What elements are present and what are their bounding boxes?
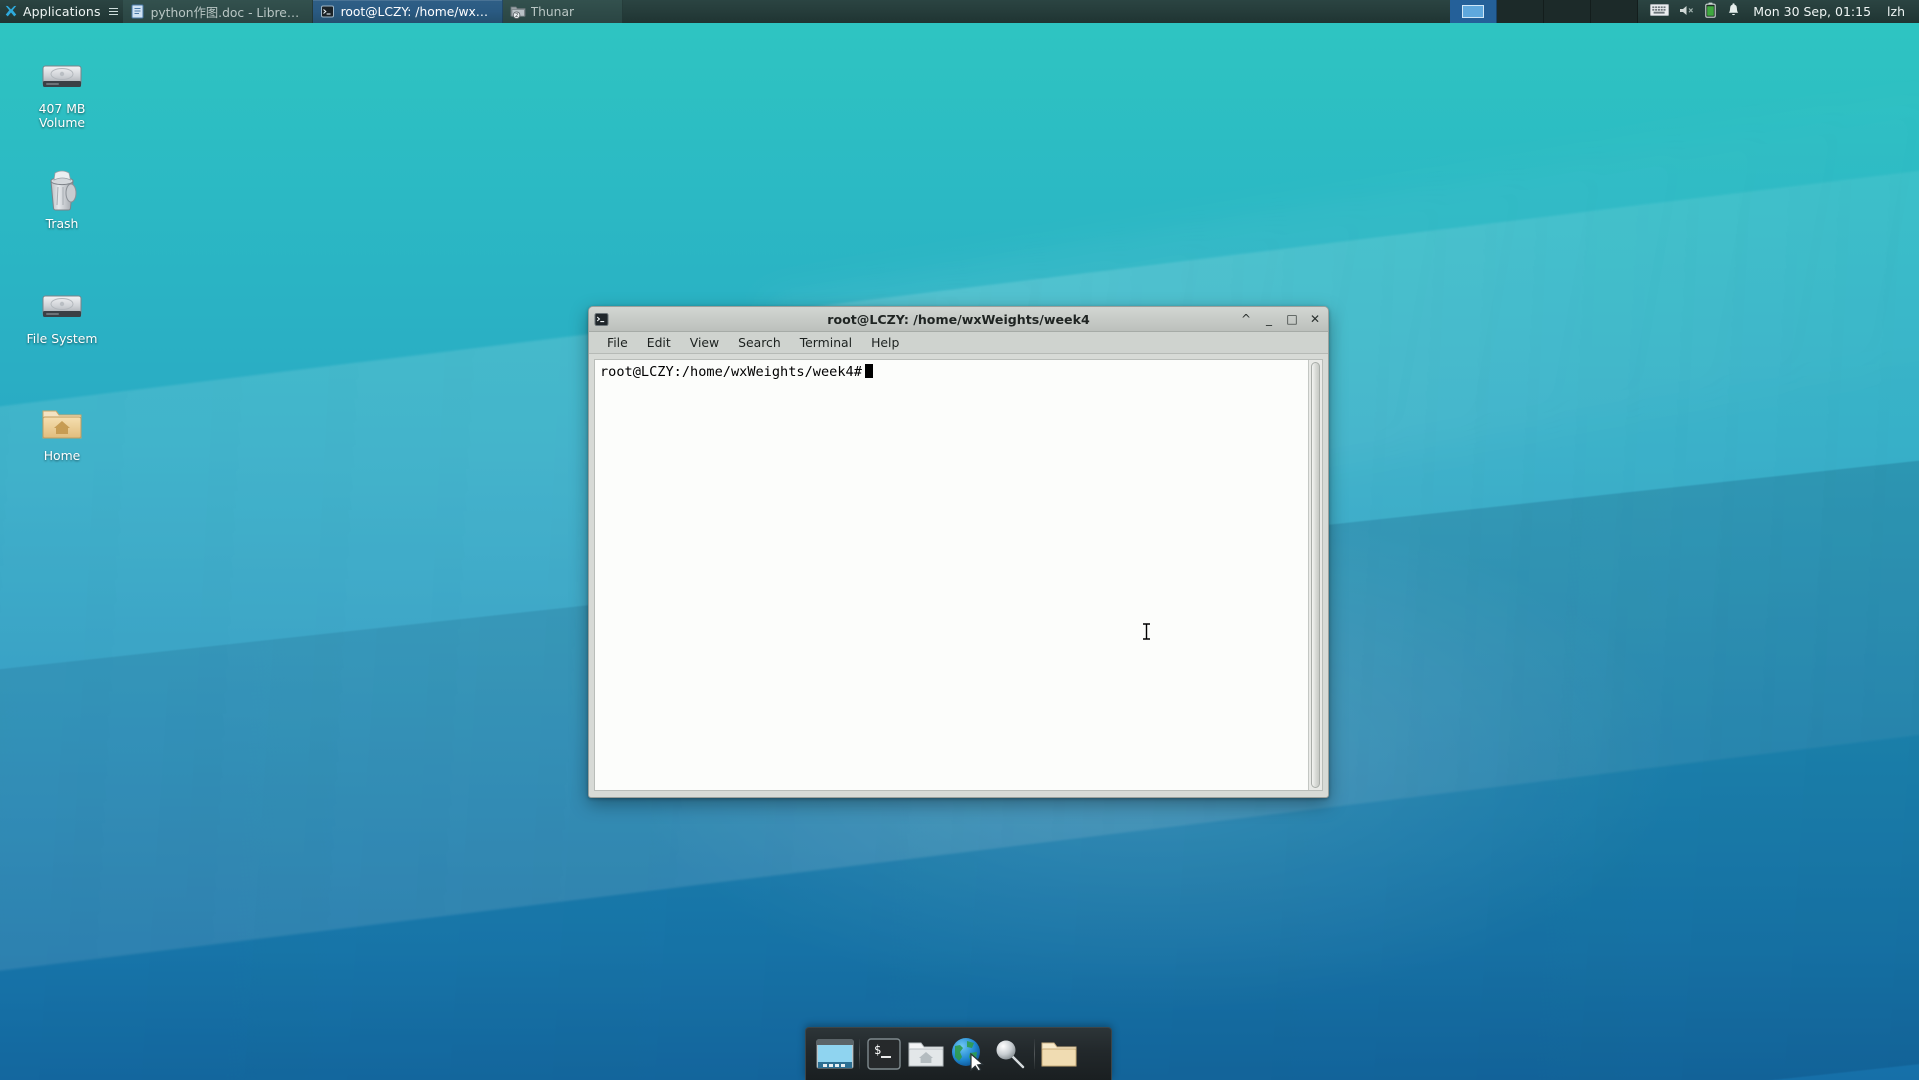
hamburger-icon[interactable]	[108, 6, 118, 18]
harddisk-icon	[14, 278, 110, 328]
applications-menu-button[interactable]: Applications	[0, 0, 123, 23]
window-task-list: python作图.doc - LibreO... root@LCZY: /hom…	[122, 0, 623, 23]
minimize-button[interactable]: _	[1263, 313, 1275, 325]
show-desktop-icon	[816, 1039, 854, 1069]
language-indicator[interactable]: lzh	[1887, 4, 1909, 19]
system-tray: Mon 30 Sep, 01:15 lzh	[1638, 0, 1919, 23]
menu-terminal[interactable]: Terminal	[792, 333, 860, 352]
svg-text:$: $	[874, 1043, 881, 1057]
desktop-icon-trash[interactable]: Trash	[14, 163, 110, 231]
menu-help[interactable]: Help	[863, 333, 907, 352]
workspace-1[interactable]	[1450, 0, 1498, 23]
scrollbar-thumb[interactable]	[1311, 362, 1320, 788]
task-button-label: root@LCZY: /home/wxW...	[340, 4, 493, 19]
terminal-icon	[594, 312, 609, 327]
workspace-preview-icon	[1462, 5, 1485, 18]
dock-terminal[interactable]: $	[863, 1033, 905, 1075]
terminal-titlebar[interactable]: root@LCZY: /home/wxWeights/week4 ^ _ □ ✕	[589, 307, 1328, 332]
task-button-label: python作图.doc - LibreO...	[150, 5, 303, 20]
terminal-menubar: File Edit View Search Terminal Help	[589, 332, 1328, 354]
document-icon	[130, 4, 145, 19]
top-panel: Applications python作图.doc - LibreO... ro…	[0, 0, 1919, 23]
terminal-scrollbar[interactable]	[1308, 360, 1322, 790]
keyboard-layout-icon[interactable]	[1650, 3, 1670, 20]
menu-search[interactable]: Search	[730, 333, 789, 352]
terminal-body[interactable]: root@LCZY:/home/wxWeights/week4#	[594, 359, 1323, 791]
svg-text:2: 2	[515, 13, 518, 19]
dock-show-desktop[interactable]	[814, 1033, 856, 1075]
notification-bell-icon[interactable]	[1726, 2, 1741, 21]
web-browser-icon	[952, 1038, 984, 1071]
clock[interactable]: Mon 30 Sep, 01:15	[1751, 4, 1877, 19]
desktop-icon-label: Home	[43, 448, 81, 463]
workspace-2[interactable]	[1497, 0, 1545, 23]
dock-panel: $	[805, 1027, 1112, 1080]
desktop-icon-label: Trash	[45, 216, 79, 231]
dock-separator-1	[859, 1039, 860, 1069]
terminal-window[interactable]: root@LCZY: /home/wxWeights/week4 ^ _ □ ✕…	[588, 306, 1329, 798]
desktop-icon-home[interactable]: Home	[14, 395, 110, 463]
terminal-cursor	[864, 364, 873, 378]
task-button-terminal[interactable]: root@LCZY: /home/wxW...	[312, 0, 503, 23]
terminal-window-title: root@LCZY: /home/wxWeights/week4	[827, 311, 1090, 327]
window-buttons: ^ _ □ ✕	[1240, 313, 1321, 325]
task-button-libreoffice[interactable]: python作图.doc - LibreO...	[122, 0, 313, 23]
shade-button[interactable]: ^	[1240, 313, 1252, 325]
terminal-icon	[320, 4, 335, 19]
desktop-icon-volume-407mb[interactable]: 407 MB Volume	[14, 48, 110, 130]
panel-spacer	[623, 0, 1451, 23]
menu-edit[interactable]: Edit	[639, 333, 679, 352]
terminal-icon: $	[867, 1038, 901, 1070]
xfce-mouse-icon	[5, 5, 17, 16]
desktop-root[interactable]: 407 MB Volume Trash File System Home App…	[0, 0, 1919, 1080]
folder-stack-icon: 2	[510, 4, 525, 19]
workspace-4[interactable]	[1591, 0, 1639, 23]
battery-icon[interactable]	[1705, 2, 1717, 21]
applications-menu-label: Applications	[23, 4, 101, 19]
desktop-icon-label: 407 MB	[38, 101, 86, 116]
dock-application-finder[interactable]	[989, 1033, 1031, 1075]
workspace-3[interactable]	[1544, 0, 1592, 23]
menu-file[interactable]: File	[599, 333, 636, 352]
dock-separator-2	[1034, 1039, 1035, 1069]
terminal-prompt: root@LCZY:/home/wxWeights/week4#	[600, 364, 862, 380]
text-cursor-ibeam	[1060, 607, 1150, 640]
close-button[interactable]: ✕	[1309, 313, 1321, 325]
dock-folder[interactable]	[1038, 1033, 1080, 1075]
task-button-thunar[interactable]: 2 Thunar	[502, 0, 623, 23]
workspace-switcher[interactable]	[1450, 0, 1639, 23]
desktop-icon-file-system[interactable]: File System	[14, 278, 110, 346]
terminal-output-area[interactable]: root@LCZY:/home/wxWeights/week4#	[595, 360, 1308, 790]
folder-icon	[1041, 1042, 1077, 1067]
harddisk-icon	[14, 48, 110, 98]
dock-file-manager[interactable]	[905, 1033, 947, 1075]
desktop-icon-label-2: Volume	[38, 115, 86, 130]
desktop-icon-label: File System	[26, 331, 98, 346]
trash-icon	[14, 163, 110, 213]
maximize-button[interactable]: □	[1286, 313, 1298, 325]
volume-muted-icon[interactable]	[1679, 4, 1695, 20]
application-finder-icon	[996, 1040, 1025, 1069]
task-button-label: Thunar	[530, 4, 575, 19]
dock-web-browser[interactable]	[947, 1033, 989, 1075]
file-manager-icon	[908, 1042, 944, 1067]
home-folder-icon	[14, 395, 110, 445]
menu-view[interactable]: View	[682, 333, 727, 352]
